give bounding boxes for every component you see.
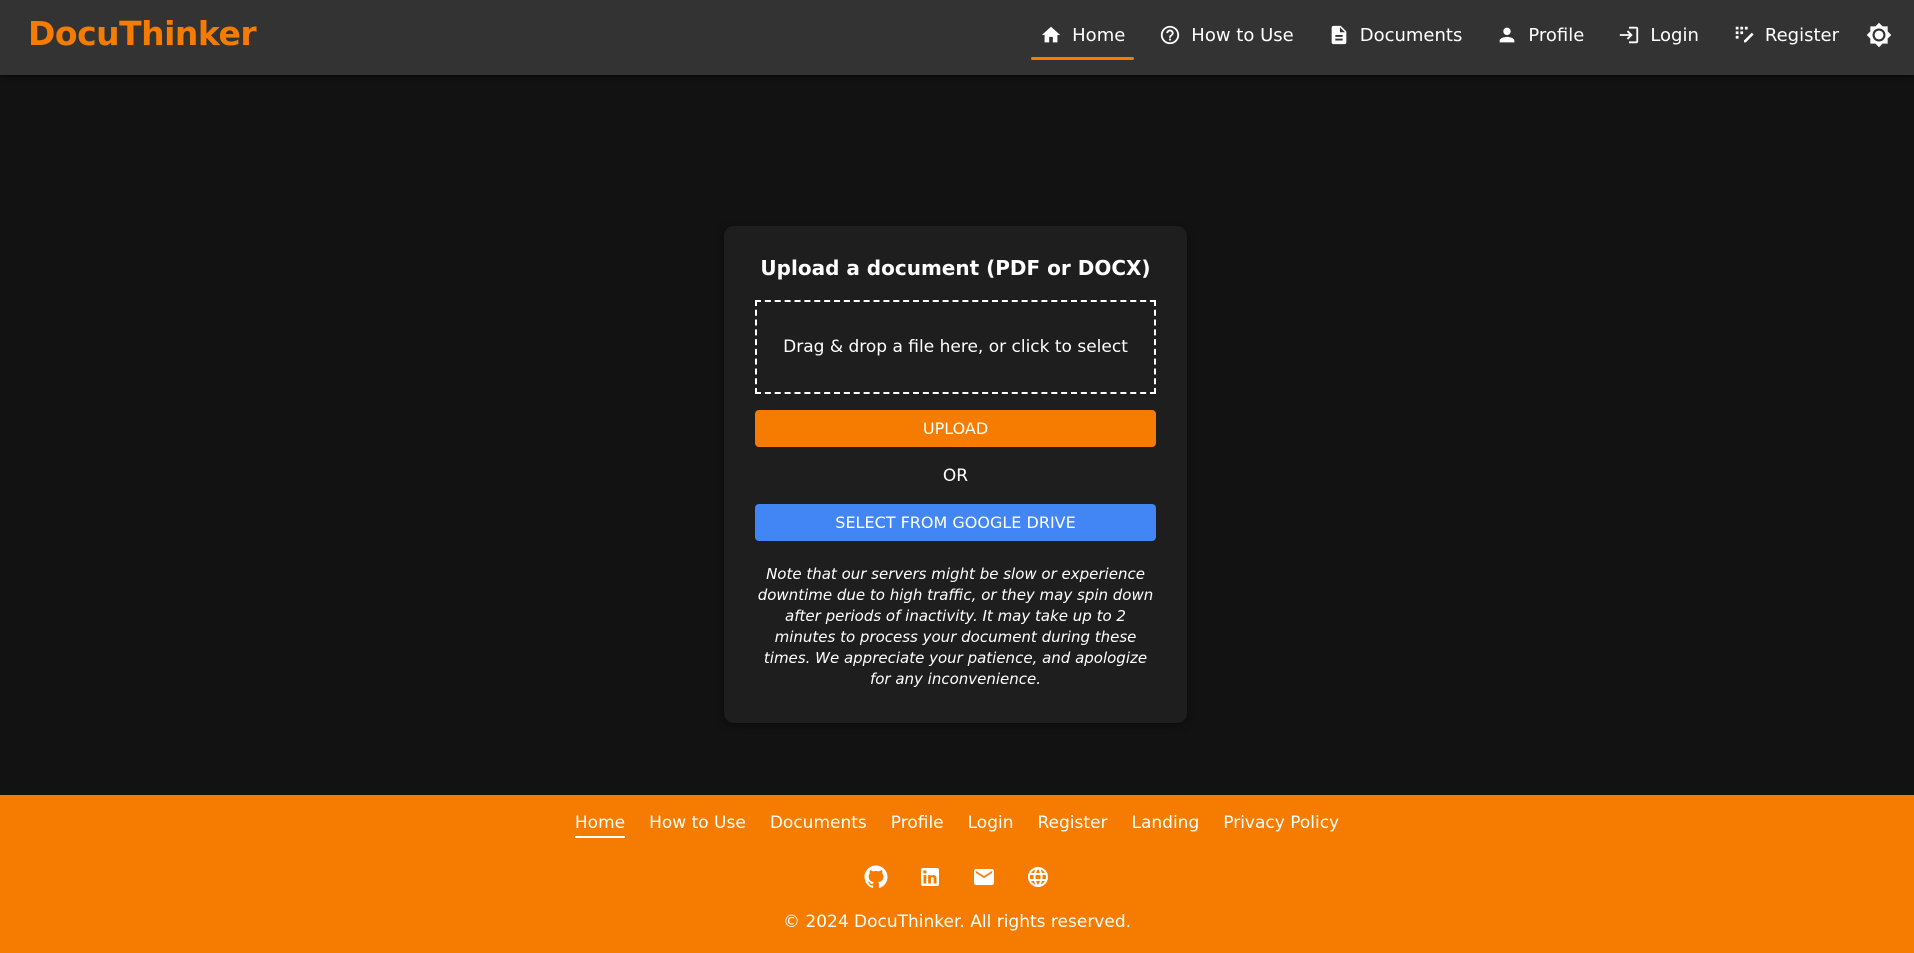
nav-item-label: How to Use <box>1191 24 1294 46</box>
login-icon <box>1620 26 1639 44</box>
home-icon <box>1041 26 1061 43</box>
nav-links: Home How to Use Documents Profile Login … <box>1015 0 1892 70</box>
footer-link-home[interactable]: Home <box>574 813 626 838</box>
help-circle-icon <box>1161 25 1180 45</box>
footer-link-privacy-policy[interactable]: Privacy Policy <box>1223 813 1339 833</box>
github-icon <box>864 865 888 888</box>
document-icon <box>1331 25 1347 45</box>
nav-item-label: Profile <box>1528 24 1585 46</box>
nav-item-register[interactable]: Register <box>1724 15 1848 55</box>
footer: Home How to Use Documents Profile Login … <box>0 795 1914 953</box>
brightness-icon <box>1866 22 1892 48</box>
nav-item-label: Login <box>1650 24 1699 46</box>
server-note: Note that our servers might be slow or e… <box>757 565 1154 688</box>
footer-link-register[interactable]: Register <box>1038 813 1108 833</box>
footer-link-landing[interactable]: Landing <box>1132 813 1200 833</box>
globe-icon <box>1028 867 1048 887</box>
linkedin-icon <box>921 868 939 886</box>
google-drive-button[interactable]: SELECT FROM GOOGLE DRIVE <box>755 504 1156 541</box>
nav-item-profile[interactable]: Profile <box>1487 15 1593 55</box>
upload-card: Upload a document (PDF or DOCX) Drag & d… <box>724 226 1187 723</box>
upload-card-title: Upload a document (PDF or DOCX) <box>760 256 1151 280</box>
nav-item-label: Register <box>1764 24 1839 46</box>
nav-item-documents[interactable]: Documents <box>1319 15 1472 55</box>
website-link[interactable] <box>1025 864 1051 890</box>
footer-link-profile[interactable]: Profile <box>891 813 944 833</box>
nav-item-login[interactable]: Login <box>1609 15 1708 55</box>
email-link[interactable] <box>971 864 997 890</box>
upload-button[interactable]: UPLOAD <box>755 410 1156 447</box>
footer-link-login[interactable]: Login <box>968 813 1014 833</box>
linkedin-link[interactable] <box>917 864 943 890</box>
copyright-text: © 2024 DocuThinker. All rights reserved. <box>782 912 1132 932</box>
email-icon <box>974 869 994 885</box>
top-navbar: DocuThinker Home How to Use Documents Pr… <box>0 0 1914 75</box>
theme-toggle-button[interactable] <box>1866 22 1892 48</box>
nav-item-how-to-use[interactable]: How to Use <box>1150 15 1302 55</box>
file-dropzone[interactable]: Drag & drop a file here, or click to sel… <box>755 300 1156 394</box>
nav-item-home[interactable]: Home <box>1031 15 1135 60</box>
nav-item-label: Documents <box>1359 24 1463 46</box>
person-icon <box>1500 27 1515 43</box>
footer-links: Home How to Use Documents Profile Login … <box>0 813 1914 838</box>
register-icon <box>1735 26 1754 43</box>
brand-logo[interactable]: DocuThinker <box>28 14 257 53</box>
footer-social-icons <box>0 864 1914 890</box>
footer-link-how-to-use[interactable]: How to Use <box>649 813 746 833</box>
github-link[interactable] <box>863 864 889 890</box>
footer-link-documents[interactable]: Documents <box>770 813 867 833</box>
nav-item-label: Home <box>1072 24 1126 46</box>
or-separator: OR <box>942 466 969 486</box>
